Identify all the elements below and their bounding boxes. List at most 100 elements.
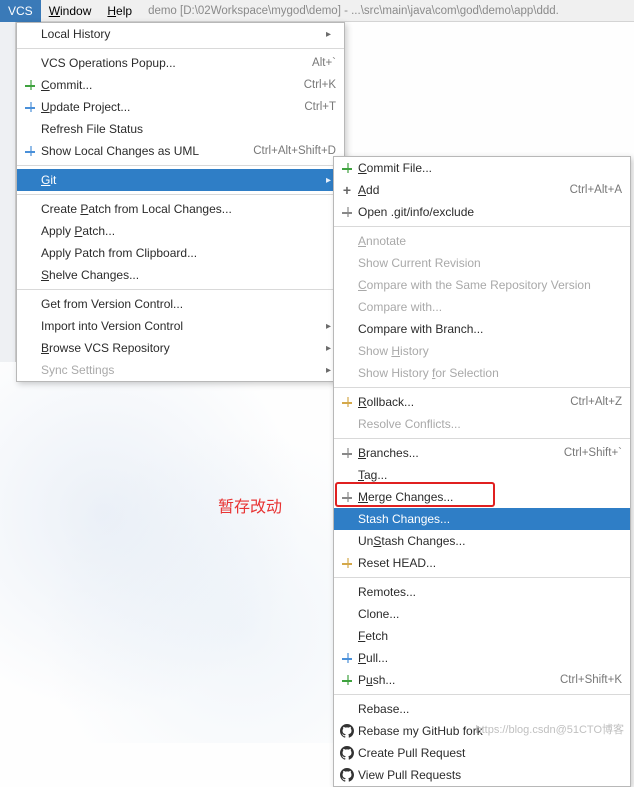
menu-help[interactable]: Help: [99, 1, 140, 21]
menu-item-clone[interactable]: Clone...: [334, 603, 630, 625]
action-icon: [338, 395, 356, 409]
action-icon: [338, 651, 356, 665]
menu-item-browse-vcs-repository[interactable]: Browse VCS Repository▸: [17, 337, 344, 359]
menu-item-label: Compare with Branch...: [356, 322, 622, 336]
github-icon: [338, 768, 356, 782]
menu-item-label: Show Current Revision: [356, 256, 622, 270]
menu-item-push[interactable]: Push...Ctrl+Shift+K: [334, 669, 630, 691]
left-gutter: [0, 22, 16, 362]
menu-item-show-current-revision: Show Current Revision: [334, 252, 630, 274]
menu-item-label: Import into Version Control: [39, 319, 326, 333]
menu-item-annotate: Annotate: [334, 230, 630, 252]
menu-item-label: Git: [39, 173, 326, 187]
shortcut-label: Alt+`: [304, 57, 336, 69]
menu-item-unstash-changes[interactable]: UnStash Changes...: [334, 530, 630, 552]
menu-item-label: View Pull Requests: [356, 768, 622, 782]
menu-item-label: UnStash Changes...: [356, 534, 622, 548]
menu-item-compare-with-branch[interactable]: Compare with Branch...: [334, 318, 630, 340]
separator: [17, 165, 344, 166]
action-icon: [338, 490, 356, 504]
menu-item-label: Compare with...: [356, 300, 622, 314]
menu-item-label: Create Patch from Local Changes...: [39, 202, 336, 216]
action-icon: [338, 161, 356, 175]
menu-item-local-history[interactable]: Local History▸: [17, 23, 344, 45]
menu-item-get-from-version-control[interactable]: Get from Version Control...: [17, 293, 344, 315]
action-icon: [338, 446, 356, 460]
menu-item-update-project[interactable]: Update Project...Ctrl+T: [17, 96, 344, 118]
menu-item-branches[interactable]: Branches...Ctrl+Shift+`: [334, 442, 630, 464]
menu-item-label: Rebase...: [356, 702, 622, 716]
shortcut-label: Ctrl+Shift+K: [552, 674, 622, 686]
menu-item-refresh-file-status[interactable]: Refresh File Status: [17, 118, 344, 140]
github-icon: [338, 746, 356, 760]
menu-item-label: Merge Changes...: [356, 490, 622, 504]
menu-item-vcs-operations-popup[interactable]: VCS Operations Popup...Alt+`: [17, 52, 344, 74]
menu-item-create-pull-request[interactable]: Create Pull Request: [334, 742, 630, 764]
menu-item-label: Local History: [39, 27, 326, 41]
shortcut-label: Ctrl+K: [296, 79, 336, 91]
shortcut-label: Ctrl+Alt+A: [562, 184, 622, 196]
menu-item-label: Commit...: [39, 78, 296, 92]
github-icon: [338, 724, 356, 738]
menu-item-label: Sync Settings: [39, 363, 326, 377]
vcs-dropdown: Local History▸ VCS Operations Popup...Alt…: [16, 22, 345, 382]
watermark: https://blog.csdn@51CTO博客: [475, 721, 624, 737]
menu-item-fetch[interactable]: Fetch: [334, 625, 630, 647]
separator: [17, 194, 344, 195]
shortcut-label: Ctrl+T: [296, 101, 336, 113]
menu-item-label: Add: [356, 183, 562, 197]
separator: [17, 289, 344, 290]
separator: [334, 438, 630, 439]
menu-item-remotes[interactable]: Remotes...: [334, 581, 630, 603]
menu-item-apply-patch[interactable]: Apply Patch...: [17, 220, 344, 242]
menu-item-label: Show Local Changes as UML: [39, 144, 245, 158]
menu-item-add[interactable]: +AddCtrl+Alt+A: [334, 179, 630, 201]
menu-item-label: Resolve Conflicts...: [356, 417, 622, 431]
menubar: VCS Window Help demo [D:\02Workspace\myg…: [0, 0, 634, 22]
menu-item-apply-patch-from-clipboard[interactable]: Apply Patch from Clipboard...: [17, 242, 344, 264]
menu-item-label: Compare with the Same Repository Version: [356, 278, 622, 292]
menu-item-open-git-info-exclude[interactable]: Open .git/info/exclude: [334, 201, 630, 223]
separator: [17, 48, 344, 49]
menu-item-merge-changes[interactable]: Merge Changes...: [334, 486, 630, 508]
menu-item-label: Create Pull Request: [356, 746, 622, 760]
action-icon: [21, 144, 39, 158]
menu-item-label: Branches...: [356, 446, 556, 460]
shortcut-label: Ctrl+Shift+`: [556, 447, 622, 459]
menu-item-stash-changes[interactable]: Stash Changes...: [334, 508, 630, 530]
menu-item-label: Show History: [356, 344, 622, 358]
menu-item-shelve-changes[interactable]: Shelve Changes...: [17, 264, 344, 286]
menu-item-commit-file[interactable]: Commit File...: [334, 157, 630, 179]
menu-item-label: Apply Patch from Clipboard...: [39, 246, 336, 260]
separator: [334, 694, 630, 695]
menu-vcs[interactable]: VCS: [0, 0, 41, 22]
menu-item-show-history-for-selection: Show History for Selection: [334, 362, 630, 384]
menu-item-label: Annotate: [356, 234, 622, 248]
action-icon: [338, 673, 356, 687]
menu-item-label: Rollback...: [356, 395, 562, 409]
menu-window[interactable]: Window: [41, 1, 100, 21]
menu-item-reset-head[interactable]: Reset HEAD...: [334, 552, 630, 574]
separator: [334, 577, 630, 578]
menu-item-git[interactable]: Git▸: [17, 169, 344, 191]
menu-item-label: Refresh File Status: [39, 122, 336, 136]
menu-item-rebase[interactable]: Rebase...: [334, 698, 630, 720]
menu-item-label: Stash Changes...: [356, 512, 622, 526]
menu-item-tag[interactable]: Tag...: [334, 464, 630, 486]
menu-item-label: Shelve Changes...: [39, 268, 336, 282]
menu-item-pull[interactable]: Pull...: [334, 647, 630, 669]
menu-item-import-into-version-control[interactable]: Import into Version Control▸: [17, 315, 344, 337]
menu-item-resolve-conflicts: Resolve Conflicts...: [334, 413, 630, 435]
menu-item-compare-with: Compare with...: [334, 296, 630, 318]
menu-item-label: Apply Patch...: [39, 224, 336, 238]
menu-item-create-patch-from-local-changes[interactable]: Create Patch from Local Changes...: [17, 198, 344, 220]
menu-item-show-history: Show History: [334, 340, 630, 362]
menu-item-view-pull-requests[interactable]: View Pull Requests: [334, 764, 630, 786]
menu-item-label: Tag...: [356, 468, 622, 482]
menu-item-commit[interactable]: Commit...Ctrl+K: [17, 74, 344, 96]
menu-item-label: Clone...: [356, 607, 622, 621]
menu-item-rollback[interactable]: Rollback...Ctrl+Alt+Z: [334, 391, 630, 413]
menu-item-label: Browse VCS Repository: [39, 341, 326, 355]
menu-item-show-local-changes-as-uml[interactable]: Show Local Changes as UMLCtrl+Alt+Shift+…: [17, 140, 344, 162]
action-icon: [21, 100, 39, 114]
